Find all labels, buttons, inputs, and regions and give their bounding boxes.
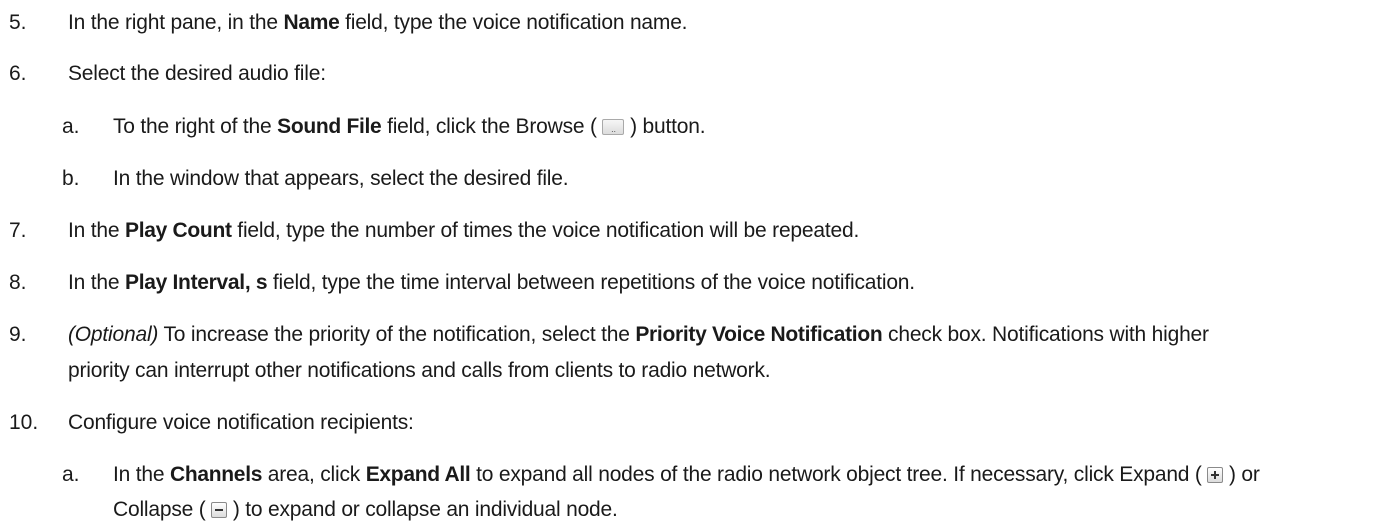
text-run: check box. Notifications with higher [882, 323, 1209, 346]
text-run: In the [113, 463, 170, 486]
step-number: 10. [9, 411, 39, 434]
text-run: field, type the number of times the voic… [231, 219, 860, 242]
step-text-line: In the Channels area, click Expand All t… [113, 462, 1260, 488]
step-text-line: (Optional) To increase the priority of t… [68, 322, 1209, 348]
text-run: ) button. [624, 115, 706, 138]
step-text-line: Configure voice notification recipients: [68, 410, 414, 436]
step-number: a. [62, 115, 80, 138]
text-run: In the [68, 271, 125, 294]
text-run: to expand all nodes of the radio network… [470, 463, 1208, 486]
text-run: Configure voice notification recipients: [68, 411, 414, 434]
ui-term-bold: Expand All [365, 463, 471, 486]
text-run: In the right pane, in the [68, 11, 284, 34]
text-run: ) to expand or collapse an individual no… [227, 498, 618, 521]
step-number: 5. [9, 11, 27, 34]
text-run: To the right of the [113, 115, 278, 138]
ui-term-bold: Name [283, 11, 340, 34]
step-number: 6. [9, 62, 27, 85]
step-number: a. [62, 463, 80, 486]
step-text-line: Select the desired audio file: [68, 61, 326, 87]
step-number: 8. [9, 271, 27, 294]
browse-icon: .. [602, 119, 625, 135]
text-run: field, type the voice notification name. [339, 11, 688, 34]
text-run: field, type the time interval between re… [267, 271, 915, 294]
expand-icon [1207, 467, 1224, 483]
text-run: Collapse ( [113, 498, 212, 521]
step-text-line: Collapse ( ) to expand or collapse an in… [113, 497, 618, 523]
ui-term-bold: Play Count [124, 219, 232, 242]
collapse-icon [211, 502, 228, 518]
optional-label: (Optional) [68, 323, 159, 346]
step-text-line: In the Play Count field, type the number… [68, 218, 859, 244]
ui-term-bold: Sound File [277, 115, 382, 138]
step-text-line: To the right of the Sound File field, cl… [113, 114, 706, 140]
step-number: b. [62, 167, 80, 190]
ui-term-bold: Play Interval, s [124, 271, 268, 294]
text-run: field, click the Browse ( [381, 115, 603, 138]
text-run: priority can interrupt other notificatio… [68, 359, 771, 382]
step-text-line: In the window that appears, select the d… [113, 166, 569, 192]
text-run: area, click [262, 463, 366, 486]
text-run: To increase the priority of the notifica… [158, 323, 636, 346]
step-text-line: In the Play Interval, s field, type the … [68, 270, 915, 296]
text-run: ) or [1223, 463, 1260, 486]
step-number: 9. [9, 323, 27, 346]
step-text-line: priority can interrupt other notificatio… [68, 358, 771, 384]
text-run: Select the desired audio file: [68, 62, 326, 85]
ui-term-bold: Priority Voice Notification [635, 323, 883, 346]
step-number: 7. [9, 219, 27, 242]
step-text-line: In the right pane, in the Name field, ty… [68, 10, 688, 36]
ui-term-bold: Channels [169, 463, 263, 486]
text-run: In the [68, 219, 125, 242]
text-run: In the window that appears, select the d… [113, 167, 569, 190]
